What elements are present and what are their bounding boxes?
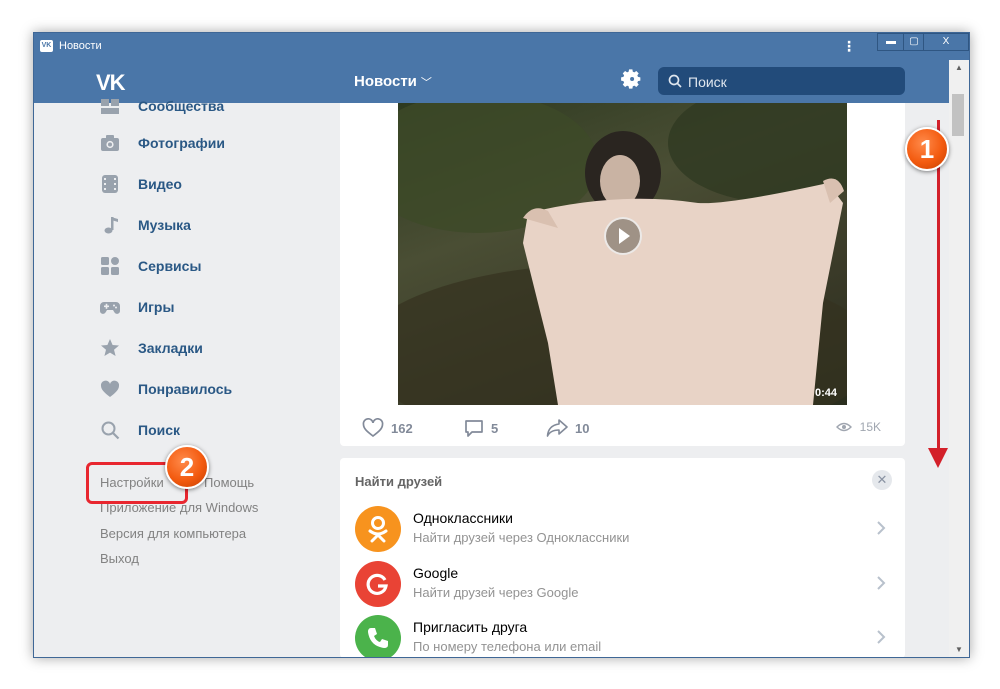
scroll-up-arrow-icon[interactable]: ▲ [955, 63, 963, 72]
close-icon[interactable]: ✕ [872, 470, 892, 490]
more-menu-icon[interactable]: ⋮ [842, 37, 856, 55]
vk-app-icon: VK [40, 40, 53, 52]
sidebar-item-label: Сообщества [138, 98, 225, 114]
search-box[interactable] [658, 67, 905, 95]
gear-icon[interactable] [620, 68, 642, 90]
heart-icon [362, 418, 384, 438]
comments-count: 5 [491, 420, 499, 436]
news-feed-selector[interactable]: Новости ﹀ [354, 73, 432, 90]
friend-source-invite[interactable]: Пригласить друга По номеру телефона или … [340, 611, 905, 657]
chevron-right-icon [877, 630, 886, 644]
search-input[interactable] [686, 72, 900, 92]
views-count: 15K [859, 420, 881, 434]
scroll-direction-arrow [937, 120, 940, 450]
eye-icon [835, 422, 852, 432]
views-counter: 15K [835, 420, 881, 434]
chevron-down-icon: ﹀ [420, 77, 432, 89]
film-icon [100, 174, 120, 194]
heart-icon [100, 379, 120, 399]
sidebar-item-photos[interactable]: Фотографии [100, 128, 320, 158]
google-icon [355, 561, 401, 607]
play-button[interactable] [604, 217, 642, 255]
sidebar-item-liked[interactable]: Понравилось [100, 374, 320, 404]
share-arrow-icon [546, 419, 568, 437]
phone-icon [355, 615, 401, 657]
sidebar-item-label: Видео [138, 176, 182, 192]
step-badge-1: 1 [905, 127, 949, 171]
friend-source-odnoklassniki[interactable]: Одноклассники Найти друзей через Однокла… [340, 502, 905, 556]
sidebar-item-label: Сервисы [138, 258, 202, 274]
arrow-head-icon [928, 448, 948, 468]
friend-source-desc: По номеру телефона или email [413, 639, 602, 654]
share-button[interactable]: 10 [546, 418, 589, 438]
shares-count: 10 [575, 420, 590, 436]
chevron-right-icon [877, 576, 886, 590]
scrollbar-thumb[interactable] [952, 94, 964, 136]
sidebar-item-label: Поиск [138, 422, 181, 438]
comment-button[interactable]: 5 [464, 418, 498, 438]
sidebar-item-search[interactable]: Поиск [100, 415, 320, 445]
video-duration: 0:44 [814, 387, 837, 399]
vertical-scrollbar[interactable]: ▲ ▼ [949, 60, 969, 657]
camera-icon [100, 133, 120, 153]
title-bar: VK Новости ⋮ ▬ ▢ X [34, 33, 969, 60]
search-icon [100, 420, 120, 440]
odnoklassniki-icon [355, 506, 401, 552]
sidebar-item-label: Музыка [138, 217, 191, 233]
help-link[interactable]: Помощь [204, 475, 254, 490]
sidebar-item-label: Закладки [138, 340, 203, 356]
scroll-down-arrow-icon[interactable]: ▼ [955, 645, 963, 654]
desktop-version-link[interactable]: Версия для компьютера [100, 526, 246, 541]
left-sidebar: Сообщества Фотографии Видео Музыка Серви… [34, 98, 334, 657]
likes-count: 162 [391, 420, 413, 436]
friend-source-name: Одноклассники [413, 510, 514, 526]
like-button[interactable]: 162 [362, 418, 413, 438]
comment-icon [465, 420, 483, 437]
search-icon [668, 74, 682, 88]
friend-source-desc: Найти друзей через Google [413, 585, 579, 600]
star-icon [100, 338, 120, 358]
chevron-right-icon [877, 521, 886, 535]
friend-source-name: Пригласить друга [413, 619, 528, 635]
maximize-button[interactable]: ▢ [903, 33, 925, 51]
sidebar-item-services[interactable]: Сервисы [100, 251, 320, 281]
music-note-icon [100, 215, 120, 235]
minimize-button[interactable]: ▬ [877, 33, 905, 51]
sidebar-item-video[interactable]: Видео [100, 169, 320, 199]
window-title: Новости [59, 40, 102, 52]
feed-title: Новости [354, 73, 417, 90]
close-button[interactable]: X [923, 33, 969, 51]
sidebar-item-games[interactable]: Игры [100, 292, 320, 322]
logout-link[interactable]: Выход [100, 551, 139, 566]
friend-source-name: Google [413, 565, 459, 581]
find-friends-title: Найти друзей [355, 474, 443, 489]
sidebar-item-music[interactable]: Музыка [100, 210, 320, 240]
communities-icon [100, 96, 120, 116]
step-badge-2: 2 [165, 445, 209, 489]
services-grid-icon [100, 256, 120, 276]
sidebar-item-label: Игры [138, 299, 175, 315]
friend-source-desc: Найти друзей через Одноклассники [413, 530, 630, 545]
sidebar-item-label: Понравилось [138, 381, 233, 397]
sidebar-item-bookmarks[interactable]: Закладки [100, 333, 320, 363]
video-post-card: 0:44 162 5 10 15K [340, 103, 905, 446]
app-window: VK Новости ⋮ ▬ ▢ X VK Новости﹀ Со [33, 32, 970, 658]
friend-source-google[interactable]: Google Найти друзей через Google [340, 557, 905, 611]
gamepad-icon [100, 297, 120, 317]
sidebar-item-label: Фотографии [138, 135, 226, 151]
sidebar-item-communities[interactable]: Сообщества [100, 91, 320, 121]
video-player[interactable]: 0:44 [398, 103, 847, 405]
find-friends-card: Найти друзей ✕ Одноклассники Найти друзе… [340, 458, 905, 657]
